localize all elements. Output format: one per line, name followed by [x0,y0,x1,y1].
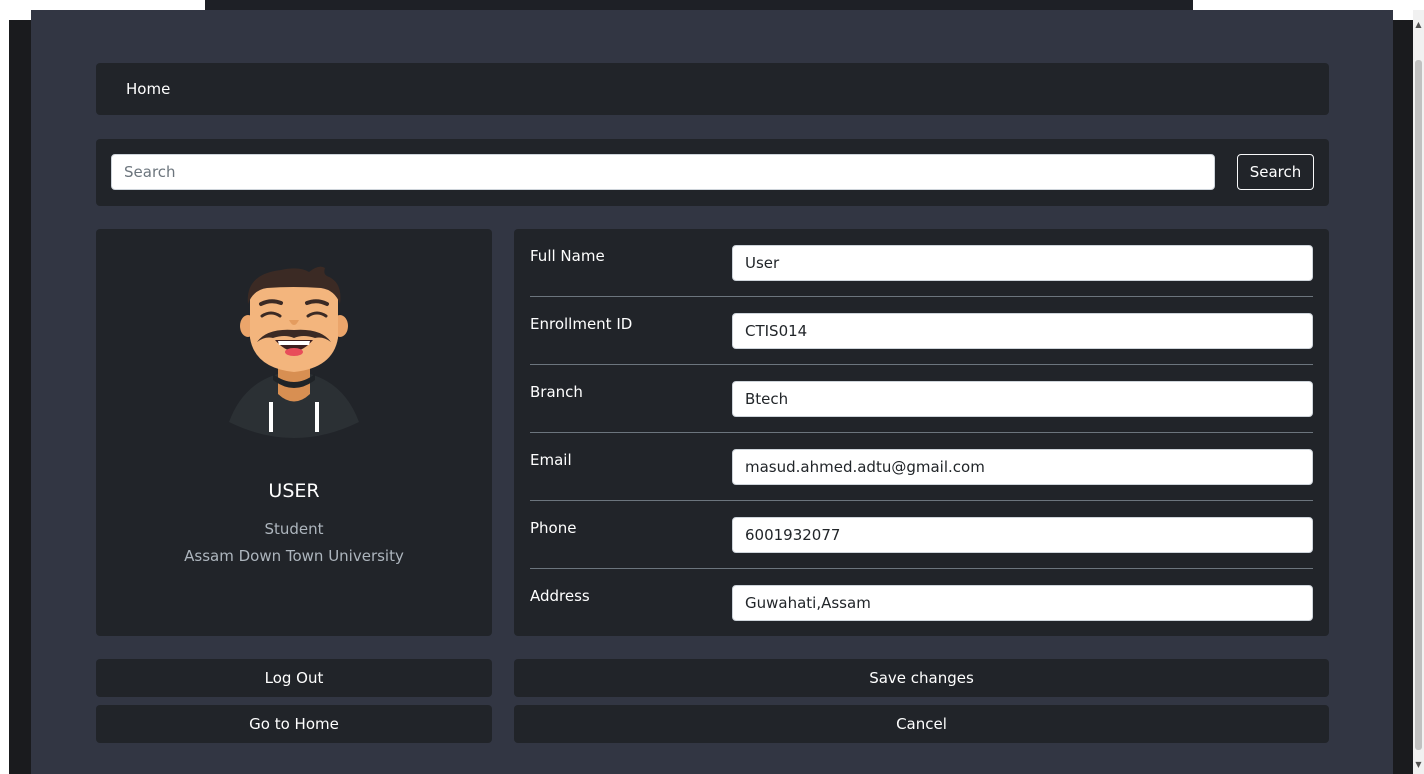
scroll-down-arrow-icon[interactable]: ▼ [1413,758,1424,772]
full-name-field[interactable] [732,245,1313,281]
email-field[interactable] [732,449,1313,485]
form-row-email: Email [530,433,1313,501]
address-label: Address [530,587,590,605]
form-row-branch: Branch [530,365,1313,433]
enrollment-id-label: Enrollment ID [530,315,633,333]
scrollbar-thumb[interactable] [1415,60,1422,750]
go-to-home-button[interactable]: Go to Home [96,705,492,743]
right-page-rail [1393,20,1413,774]
email-label: Email [530,451,572,469]
scroll-up-arrow-icon[interactable]: ▲ [1413,18,1424,32]
profile-card: USER Student Assam Down Town University [96,229,492,636]
save-changes-button[interactable]: Save changes [514,659,1329,697]
profile-organization: Assam Down Town University [184,547,404,565]
left-page-rail [9,20,31,774]
cancel-button[interactable]: Cancel [514,705,1329,743]
full-name-label: Full Name [530,247,605,265]
search-button[interactable]: Search [1237,154,1314,190]
form-row-phone: Phone [530,501,1313,569]
branch-field[interactable] [732,381,1313,417]
nav-home-link[interactable]: Home [126,80,170,98]
logout-button[interactable]: Log Out [96,659,492,697]
navbar: Home [96,63,1329,115]
form-row-address: Address [530,569,1313,637]
phone-label: Phone [530,519,577,537]
profile-name: USER [268,480,320,502]
profile-form: Full Name Enrollment ID Branch Email Pho… [514,229,1329,636]
form-row-full-name: Full Name [530,229,1313,297]
search-bar: Search [96,139,1329,206]
profile-role: Student [264,520,324,538]
address-field[interactable] [732,585,1313,621]
vertical-scrollbar[interactable]: ▲ ▼ [1413,10,1424,774]
user-avatar-icon [229,266,359,438]
enrollment-id-field[interactable] [732,313,1313,349]
search-input[interactable] [111,154,1215,190]
branch-label: Branch [530,383,583,401]
form-row-enrollment-id: Enrollment ID [530,297,1313,365]
phone-field[interactable] [732,517,1313,553]
